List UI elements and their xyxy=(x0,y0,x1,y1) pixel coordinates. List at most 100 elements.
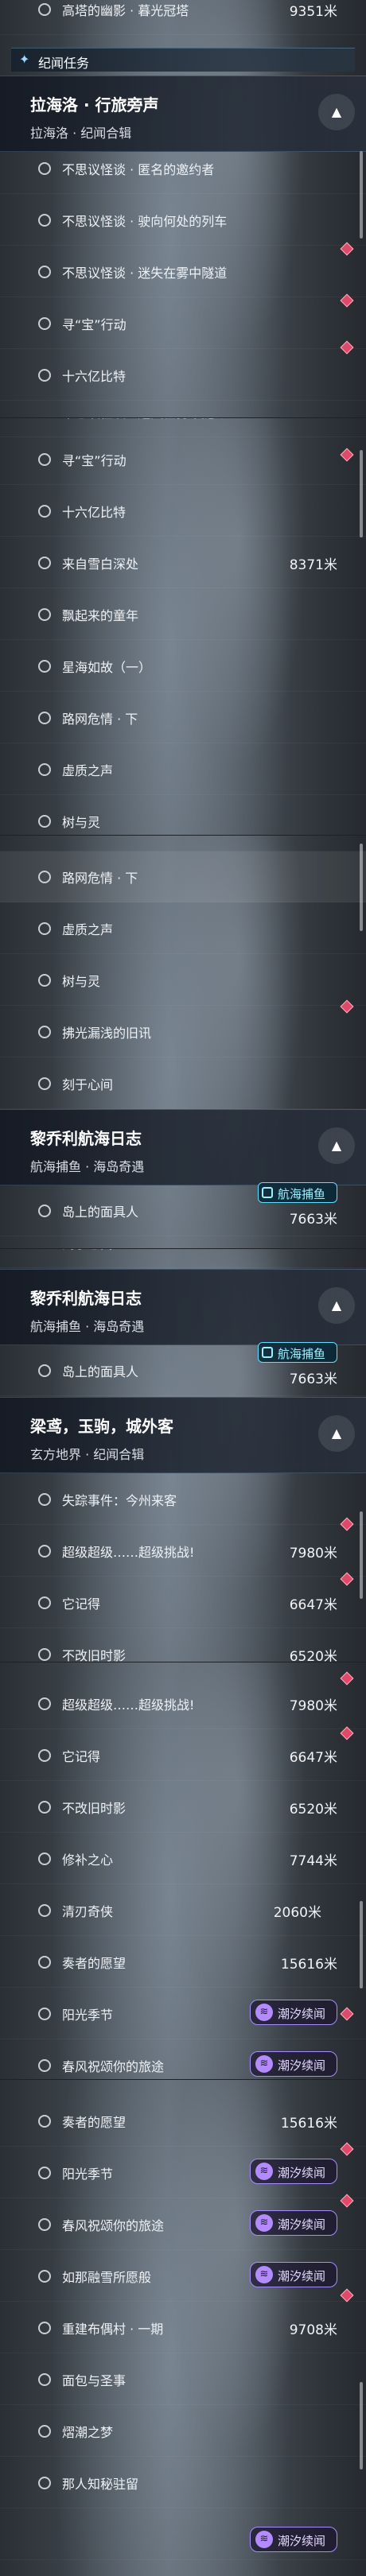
collapse-icon[interactable]: ▲ xyxy=(318,1127,355,1164)
quest-row-spring[interactable]: 春风祝颂你的旅途 ≋ 潮汐续闻 xyxy=(0,2040,366,2079)
quest-row-tower[interactable]: 高塔的幽影 · 暮光冠塔 9351米 xyxy=(0,0,366,35)
collapse-icon[interactable]: ▲ xyxy=(318,1415,355,1452)
radio-icon[interactable] xyxy=(38,712,51,724)
radio-icon[interactable] xyxy=(38,2373,51,2386)
quest-row-train[interactable]: 不思议怪谈 · 驶向何处的列车 xyxy=(0,195,366,256)
radio-icon[interactable] xyxy=(38,1956,51,1969)
quest-row-wish[interactable]: 奏者的愿望 15616米 xyxy=(0,1937,366,1988)
radio-icon[interactable] xyxy=(38,505,51,518)
quest-row-noold[interactable]: 不改旧时影 6520米 xyxy=(0,1629,366,1662)
quest-row-noold[interactable]: 不改旧时影 6520米 xyxy=(0,1782,366,1833)
scrollbar[interactable] xyxy=(360,151,363,239)
quest-row-sun[interactable]: 阳光季节 ≋ 潮汐续闻 xyxy=(0,1988,366,2039)
quest-row-treasure[interactable]: 寻“宝”行动 xyxy=(0,434,366,485)
quest-row-starsea[interactable]: 星海如故（一） xyxy=(0,836,366,852)
quest-row-crisis[interactable]: 路网危情 · 下 xyxy=(0,692,366,743)
halo-card[interactable]: ≋ 潮汐续闻 xyxy=(250,2262,337,2287)
quest-row-spring[interactable]: 春风祝颂你的旅途 ≋ 潮汐续闻 xyxy=(0,2194,366,2250)
group-header-liqiaoli[interactable]: 黎乔利航海日志 航海捕鱼 · 海岛奇遇 ▲ xyxy=(0,1109,366,1185)
radio-icon[interactable] xyxy=(38,1026,51,1038)
radio-icon[interactable] xyxy=(38,2322,51,2334)
quest-row-super[interactable]: 超级超级……超级挑战! 7980米 xyxy=(0,1517,366,1577)
quest-row-frozen[interactable]: 那人知秘驻留 xyxy=(0,2458,366,2508)
fish-card[interactable]: 航海捕鱼 xyxy=(258,1182,337,1203)
scrollbar[interactable] xyxy=(360,1511,363,1599)
quest-row-tunnel[interactable]: 不思议怪谈 · 迷失在雾中隧道 xyxy=(0,246,366,308)
radio-icon[interactable] xyxy=(38,2270,51,2283)
quest-row-heart[interactable]: 刻于心间 xyxy=(0,1058,366,1109)
quest-row-bottom[interactable]: ≋ 潮汐续闻 xyxy=(0,2509,366,2560)
radio-icon[interactable] xyxy=(38,2008,51,2020)
radio-icon[interactable] xyxy=(38,1697,51,1710)
radio-icon[interactable] xyxy=(38,2477,51,2489)
quest-row-tree[interactable]: 树与灵 xyxy=(0,796,366,835)
radio-icon[interactable] xyxy=(38,2059,51,2072)
radio-icon[interactable] xyxy=(38,1205,51,1217)
quest-row-missing[interactable]: 失踪事件：今州来客 xyxy=(0,1474,366,1525)
radio-icon[interactable] xyxy=(38,2115,51,2128)
quest-row-sun[interactable]: 阳光季节 ≋ 潮汐续闻 xyxy=(0,2142,366,2198)
radio-icon[interactable] xyxy=(38,871,51,883)
halo-card[interactable]: ≋ 潮汐续闻 xyxy=(250,2051,337,2077)
radio-icon[interactable] xyxy=(38,2425,51,2438)
radio-icon[interactable] xyxy=(38,2167,51,2179)
radio-icon[interactable] xyxy=(38,1493,51,1506)
radio-icon[interactable] xyxy=(38,815,51,828)
radio-icon[interactable] xyxy=(38,922,51,935)
quest-row-hero[interactable]: 清刃奇侠 2060米 xyxy=(0,1885,366,1936)
radio-icon[interactable] xyxy=(38,1904,51,1917)
quest-row-summer[interactable]: 熠潮之梦 xyxy=(0,2406,366,2457)
radio-icon[interactable] xyxy=(38,660,51,673)
quest-row-youth[interactable]: 飘起来的童年 xyxy=(0,589,366,640)
group-header-liangniao[interactable]: 梁鸢，玉驹，城外客 玄方地界 · 纪闻合辑 ▲ xyxy=(0,1397,366,1473)
quest-row-tree[interactable]: 树与灵 xyxy=(0,955,366,1006)
radio-icon[interactable] xyxy=(38,557,51,569)
halo-card[interactable]: ≋ 潮汐续闻 xyxy=(250,2159,337,2184)
quest-row-brush[interactable]: 拂光漏浅的旧讯 xyxy=(0,999,366,1057)
quest-row-wish[interactable]: 奏者的愿望 15616米 xyxy=(0,2096,366,2147)
radio-icon[interactable] xyxy=(38,608,51,621)
quest-row-crisis[interactable]: 路网危情 · 下 xyxy=(0,852,366,902)
quest-row-void[interactable]: 虚质之声 xyxy=(0,903,366,954)
radio-icon[interactable] xyxy=(38,317,51,330)
radio-icon[interactable] xyxy=(38,2218,51,2231)
quest-row-sixbillion[interactable]: 十六亿比特 xyxy=(0,350,366,401)
quest-row-super[interactable]: 超级超级……超级挑战! 7980米 xyxy=(0,1671,366,1729)
radio-icon[interactable] xyxy=(38,1648,51,1661)
quest-row-snowdeep[interactable]: 来自雪白深处 8371米 xyxy=(0,537,366,588)
radio-icon[interactable] xyxy=(38,763,51,776)
quest-row-remember[interactable]: 它记得 6647米 xyxy=(0,1572,366,1628)
quest-row-bread[interactable]: 面包与圣事 xyxy=(0,2354,366,2405)
radio-icon[interactable] xyxy=(38,1545,51,1558)
radio-icon[interactable] xyxy=(38,1077,51,1090)
quest-row-mend[interactable]: 修补之心 7744米 xyxy=(0,1833,366,1884)
radio-icon[interactable] xyxy=(38,1749,51,1762)
quest-row-dream[interactable]: 如那融雪所愿般 ≋ 潮汐续闻 xyxy=(0,2251,366,2302)
quest-row-sixbillion[interactable]: 十六亿比特 xyxy=(0,486,366,537)
radio-icon[interactable] xyxy=(38,266,51,278)
halo-card[interactable]: ≋ 潮汐续闻 xyxy=(250,2527,337,2552)
quest-row-invite[interactable]: 不思议怪谈 · 匿名的邀约者 xyxy=(0,143,366,194)
radio-icon[interactable] xyxy=(38,3,51,16)
radio-icon[interactable] xyxy=(38,1801,51,1814)
halo-card[interactable]: ≋ 潮汐续闻 xyxy=(250,2000,337,2025)
collapse-icon[interactable]: ▲ xyxy=(318,94,355,130)
radio-icon[interactable] xyxy=(38,974,51,987)
group-header-liqiaoli[interactable]: 黎乔利航海日志 航海捕鱼 · 海岛奇遇 ▲ xyxy=(0,1269,366,1345)
quest-row-islander[interactable]: 航海捕鱼 岛上的面具人 7663米 xyxy=(0,1342,366,1396)
quest-row-remember[interactable]: 它记得 6647米 xyxy=(0,1726,366,1781)
group-header-lahailuo[interactable]: 拉海洛 · 行旅旁声 拉海洛 · 纪闻合辑 ▲ xyxy=(0,76,366,152)
radio-icon[interactable] xyxy=(38,214,51,227)
collapse-icon[interactable]: ▲ xyxy=(318,1287,355,1324)
quest-row-rebuild[interactable]: 重建布偶村 · 一期 9708米 xyxy=(0,2302,366,2353)
scrollbar[interactable] xyxy=(360,450,363,537)
radio-icon[interactable] xyxy=(38,453,51,466)
radio-icon[interactable] xyxy=(38,1852,51,1865)
quest-row-void[interactable]: 虚质之声 xyxy=(0,744,366,795)
fish-card[interactable]: 航海捕鱼 xyxy=(258,1342,337,1363)
radio-icon[interactable] xyxy=(38,1596,51,1609)
radio-icon[interactable] xyxy=(38,1364,51,1377)
radio-icon[interactable] xyxy=(38,369,51,382)
radio-icon[interactable] xyxy=(38,162,51,175)
quest-row-islander[interactable]: 航海捕鱼 岛上的面具人 7663米 xyxy=(0,1182,366,1236)
